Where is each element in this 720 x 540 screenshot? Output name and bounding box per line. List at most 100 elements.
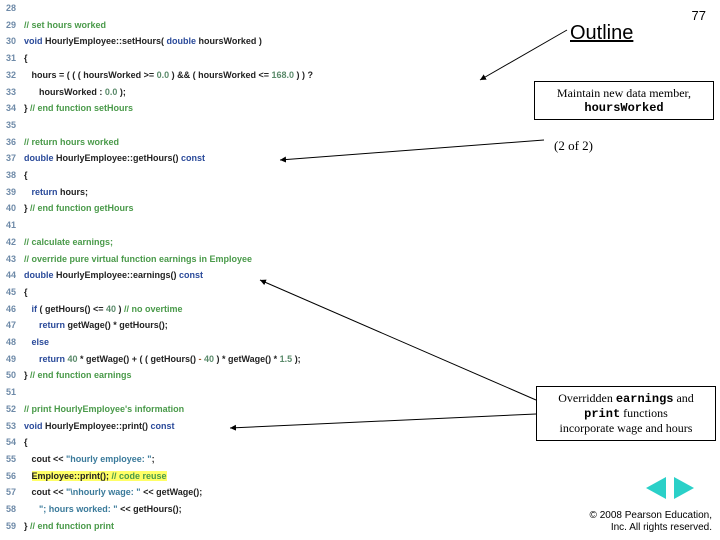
line-number: 56	[0, 468, 24, 485]
line-number: 53	[0, 418, 24, 435]
code-text: hoursWorked : 0.0 );	[24, 84, 126, 101]
code-line: 52// print HourlyEmployee's information	[0, 401, 520, 418]
code-line: 58 "; hours worked: " << getHours();	[0, 501, 520, 518]
nav-buttons	[644, 477, 696, 504]
line-number: 43	[0, 251, 24, 268]
code-text: return 40 * getWage() + ( ( getHours() -…	[24, 351, 301, 368]
code-text: // return hours worked	[24, 134, 119, 151]
callout-data-member: Maintain new data member, hoursWorked	[534, 81, 714, 120]
code-text: double HourlyEmployee::getHours() const	[24, 150, 205, 167]
code-text: double HourlyEmployee::earnings() const	[24, 267, 203, 284]
callout-overridden: Overridden earnings and print functions …	[536, 386, 716, 441]
code-line: 54{	[0, 434, 520, 451]
code-text: Employee::print(); // code reuse	[24, 468, 167, 485]
code-text: // override pure virtual function earnin…	[24, 251, 252, 268]
code-text: else	[24, 334, 49, 351]
line-number: 50	[0, 367, 24, 384]
line-number: 54	[0, 434, 24, 451]
line-number: 39	[0, 184, 24, 201]
code-text: void HourlyEmployee::setHours( double ho…	[24, 33, 262, 50]
code-text: } // end function earnings	[24, 367, 132, 384]
next-slide-button[interactable]	[674, 477, 694, 499]
line-number: 55	[0, 451, 24, 468]
line-number: 58	[0, 501, 24, 518]
line-number: 36	[0, 134, 24, 151]
code-line: 40} // end function getHours	[0, 200, 520, 217]
outline-heading: Outline	[570, 22, 633, 45]
line-number: 28	[0, 0, 24, 17]
line-number: 49	[0, 351, 24, 368]
code-text: if ( getHours() <= 40 ) // no overtime	[24, 301, 183, 318]
line-number: 37	[0, 150, 24, 167]
line-number: 35	[0, 117, 24, 134]
callout-code-text: hoursWorked	[543, 101, 705, 115]
callout-text: print functions	[545, 406, 707, 421]
code-text: // print HourlyEmployee's information	[24, 401, 184, 418]
line-number: 59	[0, 518, 24, 535]
line-number: 48	[0, 334, 24, 351]
code-line: 49 return 40 * getWage() + ( ( getHours(…	[0, 351, 520, 368]
code-line: 32 hours = ( ( ( hoursWorked >= 0.0 ) &&…	[0, 67, 520, 84]
line-number: 46	[0, 301, 24, 318]
code-line: 47 return getWage() * getHours();	[0, 317, 520, 334]
line-number: 33	[0, 84, 24, 101]
line-number: 51	[0, 384, 24, 401]
code-line: 34} // end function setHours	[0, 100, 520, 117]
code-line: 51	[0, 384, 520, 401]
code-line: 48 else	[0, 334, 520, 351]
code-text: } // end function setHours	[24, 100, 133, 117]
code-text: return getWage() * getHours();	[24, 317, 168, 334]
code-text: // set hours worked	[24, 17, 106, 34]
code-text: "; hours worked: " << getHours();	[24, 501, 182, 518]
line-number: 40	[0, 200, 24, 217]
callout-text: Overridden earnings and	[545, 391, 707, 406]
code-text: // calculate earnings;	[24, 234, 113, 251]
code-line: 55 cout << "hourly employee: ";	[0, 451, 520, 468]
line-number: 52	[0, 401, 24, 418]
code-text: } // end function print	[24, 518, 114, 535]
code-text: cout << "hourly employee: ";	[24, 451, 155, 468]
line-number: 42	[0, 234, 24, 251]
code-line: 39 return hours;	[0, 184, 520, 201]
code-line: 56 Employee::print(); // code reuse	[0, 468, 520, 485]
line-number: 29	[0, 17, 24, 34]
code-line: 42// calculate earnings;	[0, 234, 520, 251]
code-text: return hours;	[24, 184, 88, 201]
copyright-text: © 2008 Pearson Education, Inc. All right…	[590, 510, 712, 534]
code-line: 38{	[0, 167, 520, 184]
code-listing: 2829// set hours worked30void HourlyEmpl…	[0, 0, 520, 535]
code-text: } // end function getHours	[24, 200, 134, 217]
line-number: 44	[0, 267, 24, 284]
code-line: 36// return hours worked	[0, 134, 520, 151]
line-number: 32	[0, 67, 24, 84]
code-line: 57 cout << "\nhourly wage: " << getWage(…	[0, 484, 520, 501]
line-number: 45	[0, 284, 24, 301]
slide-number: 77	[692, 8, 706, 23]
page-part: (2 of 2)	[554, 138, 593, 154]
line-number: 57	[0, 484, 24, 501]
line-number: 38	[0, 167, 24, 184]
code-line: 46 if ( getHours() <= 40 ) // no overtim…	[0, 301, 520, 318]
code-text: hours = ( ( ( hoursWorked >= 0.0 ) && ( …	[24, 67, 313, 84]
code-line: 53void HourlyEmployee::print() const	[0, 418, 520, 435]
code-line: 31{	[0, 50, 520, 67]
code-line: 59} // end function print	[0, 518, 520, 535]
code-line: 35	[0, 117, 520, 134]
code-line: 44double HourlyEmployee::earnings() cons…	[0, 267, 520, 284]
callout-text: Maintain new data member,	[543, 86, 705, 101]
code-text: {	[24, 167, 28, 184]
code-line: 43// override pure virtual function earn…	[0, 251, 520, 268]
code-line: 30void HourlyEmployee::setHours( double …	[0, 33, 520, 50]
code-text: void HourlyEmployee::print() const	[24, 418, 175, 435]
line-number: 41	[0, 217, 24, 234]
code-line: 33 hoursWorked : 0.0 );	[0, 84, 520, 101]
line-number: 30	[0, 33, 24, 50]
code-line: 50} // end function earnings	[0, 367, 520, 384]
line-number: 31	[0, 50, 24, 67]
line-number: 47	[0, 317, 24, 334]
callout-text: incorporate wage and hours	[545, 421, 707, 436]
prev-slide-button[interactable]	[646, 477, 666, 499]
code-text: cout << "\nhourly wage: " << getWage();	[24, 484, 202, 501]
code-line: 45{	[0, 284, 520, 301]
code-line: 28	[0, 0, 520, 17]
